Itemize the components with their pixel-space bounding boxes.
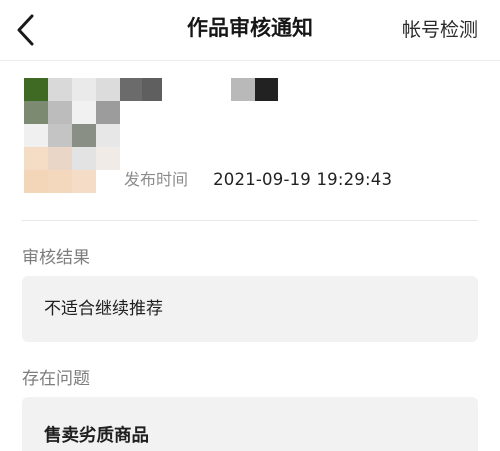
- review-result-title: 审核结果: [22, 248, 90, 268]
- section-divider: [22, 220, 478, 221]
- author-id-mask: [231, 78, 278, 101]
- issue-title: 存在问题: [22, 369, 90, 389]
- publish-time-label: 发布时间: [124, 170, 189, 189]
- publish-time-value: 2021-09-19 19:29:43: [213, 170, 393, 189]
- account-check-button[interactable]: 帐号检测: [402, 15, 478, 42]
- avatar[interactable]: [24, 78, 120, 193]
- publish-info: 发布时间 2021-09-19 19:29:43: [124, 166, 392, 190]
- author-name-mask: [120, 78, 162, 101]
- top-bar: 作品审核通知 帐号检测: [0, 0, 500, 60]
- review-result-card: 不适合继续推荐: [22, 276, 478, 342]
- issue-card: 售卖劣质商品: [22, 397, 478, 451]
- review-notice-page: 作品审核通知 帐号检测 发布时间 2021-09-19 19:29:43 审核结…: [0, 0, 500, 451]
- header-divider: [0, 60, 500, 61]
